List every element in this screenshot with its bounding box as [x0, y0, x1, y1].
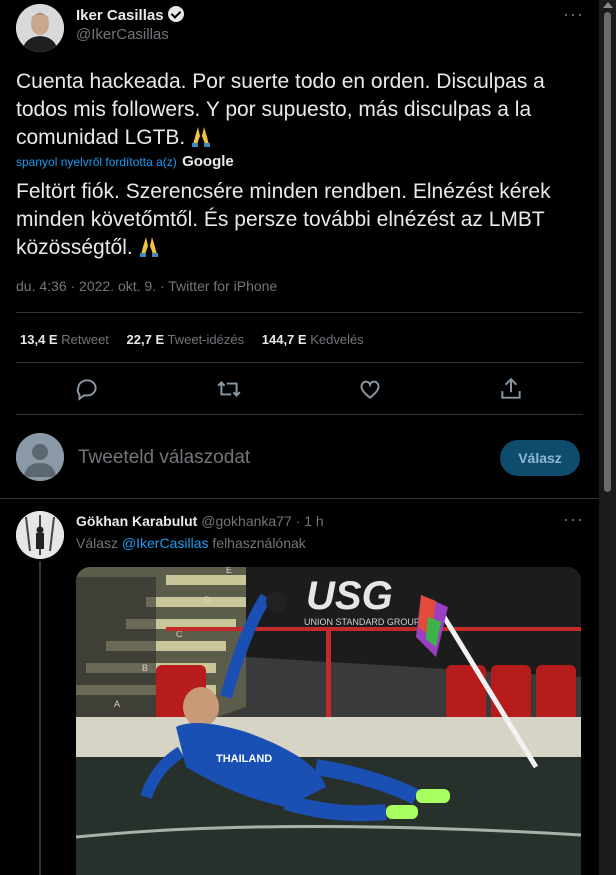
tweet-text-content: Cuenta hackeada. Por suerte todo en orde…	[16, 70, 545, 149]
reply-author-avatar[interactable]	[16, 511, 64, 559]
replying-suffix: felhasználónak	[212, 535, 306, 551]
verified-badge-icon	[167, 6, 184, 22]
football-photo: E D C B A USG UNION STANDARD GROUP THAIL…	[76, 567, 581, 875]
reply-icon[interactable]	[74, 376, 100, 402]
author-handle[interactable]: @IkerCasillas	[76, 26, 169, 43]
like-count-number: 144,7 E	[261, 332, 307, 347]
reply-tweet[interactable]: Gökhan Karabulut @gokhanka77 · 1 h ··· V…	[0, 499, 599, 875]
pray-emoji-icon	[192, 127, 211, 147]
tweet-text: Cuenta hackeada. Por suerte todo en orde…	[16, 68, 586, 152]
tweet-timestamp[interactable]: du. 4:36 · 2022. okt. 9. · Twitter for i…	[16, 278, 277, 294]
retweet-icon[interactable]	[216, 376, 242, 402]
pray-emoji-icon	[139, 237, 158, 257]
retweet-count[interactable]: 13,4 E Retweet	[20, 332, 109, 347]
translated-by-label: spanyol nyelvről fordította a(z)	[16, 155, 177, 169]
banner-subtext: UNION STANDARD GROUP	[304, 617, 420, 627]
like-icon[interactable]	[357, 376, 383, 402]
stand-letter: D	[204, 595, 211, 605]
separator-dot: ·	[295, 513, 301, 529]
jersey-text: THAILAND	[216, 753, 272, 765]
reply-header: Gökhan Karabulut @gokhanka77 · 1 h	[76, 513, 324, 529]
translation-text: Feltört fiók. Szerencsére minden rendben…	[16, 178, 586, 262]
reply-media-image[interactable]: E D C B A USG UNION STANDARD GROUP THAIL…	[76, 567, 581, 875]
scroll-up-arrow-icon[interactable]	[603, 2, 613, 8]
thread-line	[39, 561, 41, 875]
translation-attribution[interactable]: spanyol nyelvről fordította a(z) Google	[16, 153, 234, 170]
reply-author-handle[interactable]: @gokhanka77	[201, 513, 292, 529]
replying-to: Válasz @IkerCasillas felhasználónak	[76, 535, 306, 551]
quote-count-label: Tweet-idézés	[167, 332, 245, 347]
replying-prefix: Válasz	[76, 535, 119, 551]
author-name[interactable]: Iker Casillas	[76, 6, 184, 24]
divider	[16, 414, 583, 415]
author-name-text: Iker Casillas	[76, 7, 164, 24]
divider	[16, 312, 583, 313]
google-logo: Google	[182, 153, 234, 170]
reply-time[interactable]: 1 h	[304, 513, 323, 529]
scrollbar-thumb[interactable]	[604, 12, 611, 492]
share-icon[interactable]	[498, 376, 524, 402]
retweet-count-number: 13,4 E	[20, 332, 58, 347]
main-tweet: Iker Casillas @IkerCasillas ··· Cuenta h…	[0, 0, 599, 498]
reply-author-name[interactable]: Gökhan Karabulut	[76, 513, 197, 529]
replying-to-link[interactable]: @IkerCasillas	[122, 535, 209, 551]
retweet-count-label: Retweet	[61, 332, 109, 347]
more-options-icon[interactable]: ···	[563, 4, 584, 25]
tweet-actions	[0, 376, 599, 404]
more-options-icon[interactable]: ···	[563, 509, 584, 530]
quote-count[interactable]: 22,7 E Tweet-idézés	[127, 332, 245, 347]
stand-letter: B	[142, 663, 148, 673]
reply-button[interactable]: Válasz	[500, 440, 580, 476]
banner-text: USG	[306, 574, 393, 618]
translation-text-content: Feltört fiók. Szerencsére minden rendben…	[16, 180, 551, 259]
author-avatar[interactable]	[16, 4, 64, 52]
tweet-stats: 13,4 E Retweet 22,7 E Tweet-idézés 144,7…	[20, 332, 378, 347]
stand-letter: E	[226, 567, 232, 575]
stand-letter: A	[114, 699, 120, 709]
divider	[16, 362, 583, 363]
reply-input[interactable]: Tweeteld válaszodat	[78, 447, 250, 469]
like-count-label: Kedvelés	[310, 332, 364, 347]
current-user-avatar[interactable]	[16, 433, 64, 481]
quote-count-number: 22,7 E	[126, 332, 165, 347]
like-count[interactable]: 144,7 E Kedvelés	[262, 332, 364, 347]
